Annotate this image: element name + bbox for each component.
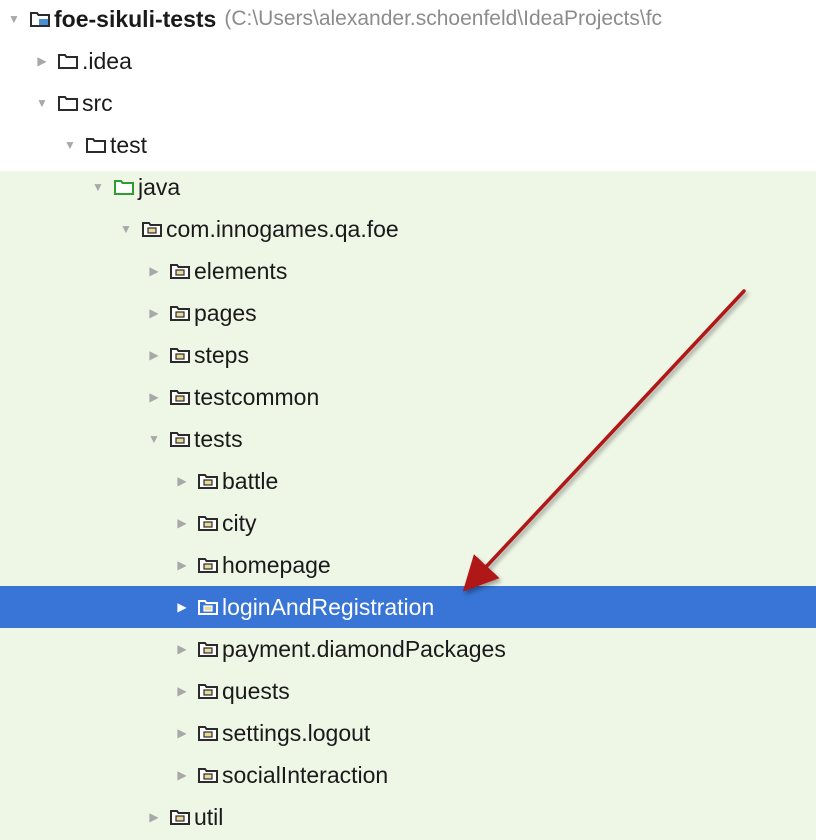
tree-row-src[interactable]: ▼ src	[0, 82, 816, 124]
expand-toggle-icon[interactable]: ▶	[175, 684, 189, 698]
expand-toggle-icon[interactable]: ▶	[147, 810, 161, 824]
expand-toggle-icon[interactable]: ▶	[147, 390, 161, 404]
tree-node-label: homepage	[222, 551, 331, 578]
expand-toggle-icon[interactable]: ▼	[63, 138, 77, 152]
tree-row-battle[interactable]: ▶ battle	[0, 460, 816, 502]
tree-row-login-and-registration[interactable]: ▶ loginAndRegistration	[0, 586, 816, 628]
package-icon	[170, 263, 190, 279]
project-path-label: (C:\Users\alexander.schoenfeld\IdeaProje…	[224, 7, 663, 30]
tree-node-label: settings.logout	[222, 719, 371, 746]
tree-node-label: steps	[194, 341, 249, 368]
expand-toggle-icon[interactable]: ▼	[147, 432, 161, 446]
folder-icon	[58, 53, 78, 69]
package-icon	[198, 515, 218, 531]
package-icon	[170, 389, 190, 405]
tree-row-util[interactable]: ▶ util	[0, 796, 816, 838]
tree-node-label: socialInteraction	[222, 761, 389, 788]
tree-node-label: elements	[194, 257, 288, 284]
package-icon	[198, 767, 218, 783]
tree-row-idea[interactable]: ▶ .idea	[0, 40, 816, 82]
tree-node-label: tests	[194, 425, 243, 452]
tree-row-social-interaction[interactable]: ▶ socialInteraction	[0, 754, 816, 796]
module-folder-icon	[30, 11, 50, 27]
project-tree: ▼ foe-sikuli-tests (C:\Users\alexander.s…	[0, 0, 816, 840]
package-icon	[198, 473, 218, 489]
tree-node-label: com.innogames.qa.foe	[166, 215, 399, 242]
tree-node-label: src	[82, 89, 113, 116]
tree-node-label: .idea	[82, 47, 132, 74]
expand-toggle-icon[interactable]: ▶	[175, 642, 189, 656]
tree-row-quests[interactable]: ▶ quests	[0, 670, 816, 712]
test-source-folder-icon	[114, 179, 134, 195]
tree-row-homepage[interactable]: ▶ homepage	[0, 544, 816, 586]
package-icon	[198, 599, 218, 615]
expand-toggle-icon[interactable]: ▶	[35, 54, 49, 68]
tree-node-label: testcommon	[194, 383, 320, 410]
tree-node-label: battle	[222, 467, 279, 494]
package-icon	[198, 683, 218, 699]
tree-row-settings-logout[interactable]: ▶ settings.logout	[0, 712, 816, 754]
tree-row-com-innogames-qa-foe[interactable]: ▼ com.innogames.qa.foe	[0, 208, 816, 250]
package-icon	[170, 431, 190, 447]
expand-toggle-icon[interactable]: ▶	[175, 600, 189, 614]
tree-row-test[interactable]: ▼ test	[0, 124, 816, 166]
expand-toggle-icon[interactable]: ▼	[35, 96, 49, 110]
tree-node-label: quests	[222, 677, 290, 704]
package-icon	[142, 221, 162, 237]
folder-icon	[86, 137, 106, 153]
expand-toggle-icon[interactable]: ▼	[119, 222, 133, 236]
expand-toggle-icon[interactable]: ▶	[147, 348, 161, 362]
expand-toggle-icon[interactable]: ▼	[7, 12, 21, 26]
tree-row-tests[interactable]: ▼ tests	[0, 418, 816, 460]
package-icon	[198, 641, 218, 657]
tree-node-label: foe-sikuli-tests	[54, 5, 217, 32]
tree-row-elements[interactable]: ▶ elements	[0, 250, 816, 292]
package-icon	[170, 809, 190, 825]
package-icon	[170, 305, 190, 321]
tree-node-label: pages	[194, 299, 257, 326]
tree-node-label: loginAndRegistration	[222, 593, 435, 620]
expand-toggle-icon[interactable]: ▼	[91, 180, 105, 194]
tree-row-steps[interactable]: ▶ steps	[0, 334, 816, 376]
expand-toggle-icon[interactable]: ▶	[175, 558, 189, 572]
expand-toggle-icon[interactable]: ▶	[147, 264, 161, 278]
expand-toggle-icon[interactable]: ▶	[147, 306, 161, 320]
tree-row-payment-diamond-packages[interactable]: ▶ payment.diamondPackages	[0, 628, 816, 670]
expand-toggle-icon[interactable]: ▶	[175, 474, 189, 488]
package-icon	[198, 725, 218, 741]
tree-row-root[interactable]: ▼ foe-sikuli-tests (C:\Users\alexander.s…	[0, 0, 816, 40]
tree-row-testcommon[interactable]: ▶ testcommon	[0, 376, 816, 418]
tree-node-label: payment.diamondPackages	[222, 635, 506, 662]
package-icon	[198, 557, 218, 573]
expand-toggle-icon[interactable]: ▶	[175, 726, 189, 740]
tree-row-java[interactable]: ▼ java	[0, 166, 816, 208]
tree-node-label: test	[110, 131, 148, 158]
expand-toggle-icon[interactable]: ▶	[175, 768, 189, 782]
tree-node-label: city	[222, 509, 257, 536]
tree-node-label: util	[194, 803, 224, 830]
package-icon	[170, 347, 190, 363]
tree-node-label: java	[138, 173, 181, 200]
tree-row-pages[interactable]: ▶ pages	[0, 292, 816, 334]
tree-row-city[interactable]: ▶ city	[0, 502, 816, 544]
folder-icon	[58, 95, 78, 111]
expand-toggle-icon[interactable]: ▶	[175, 516, 189, 530]
